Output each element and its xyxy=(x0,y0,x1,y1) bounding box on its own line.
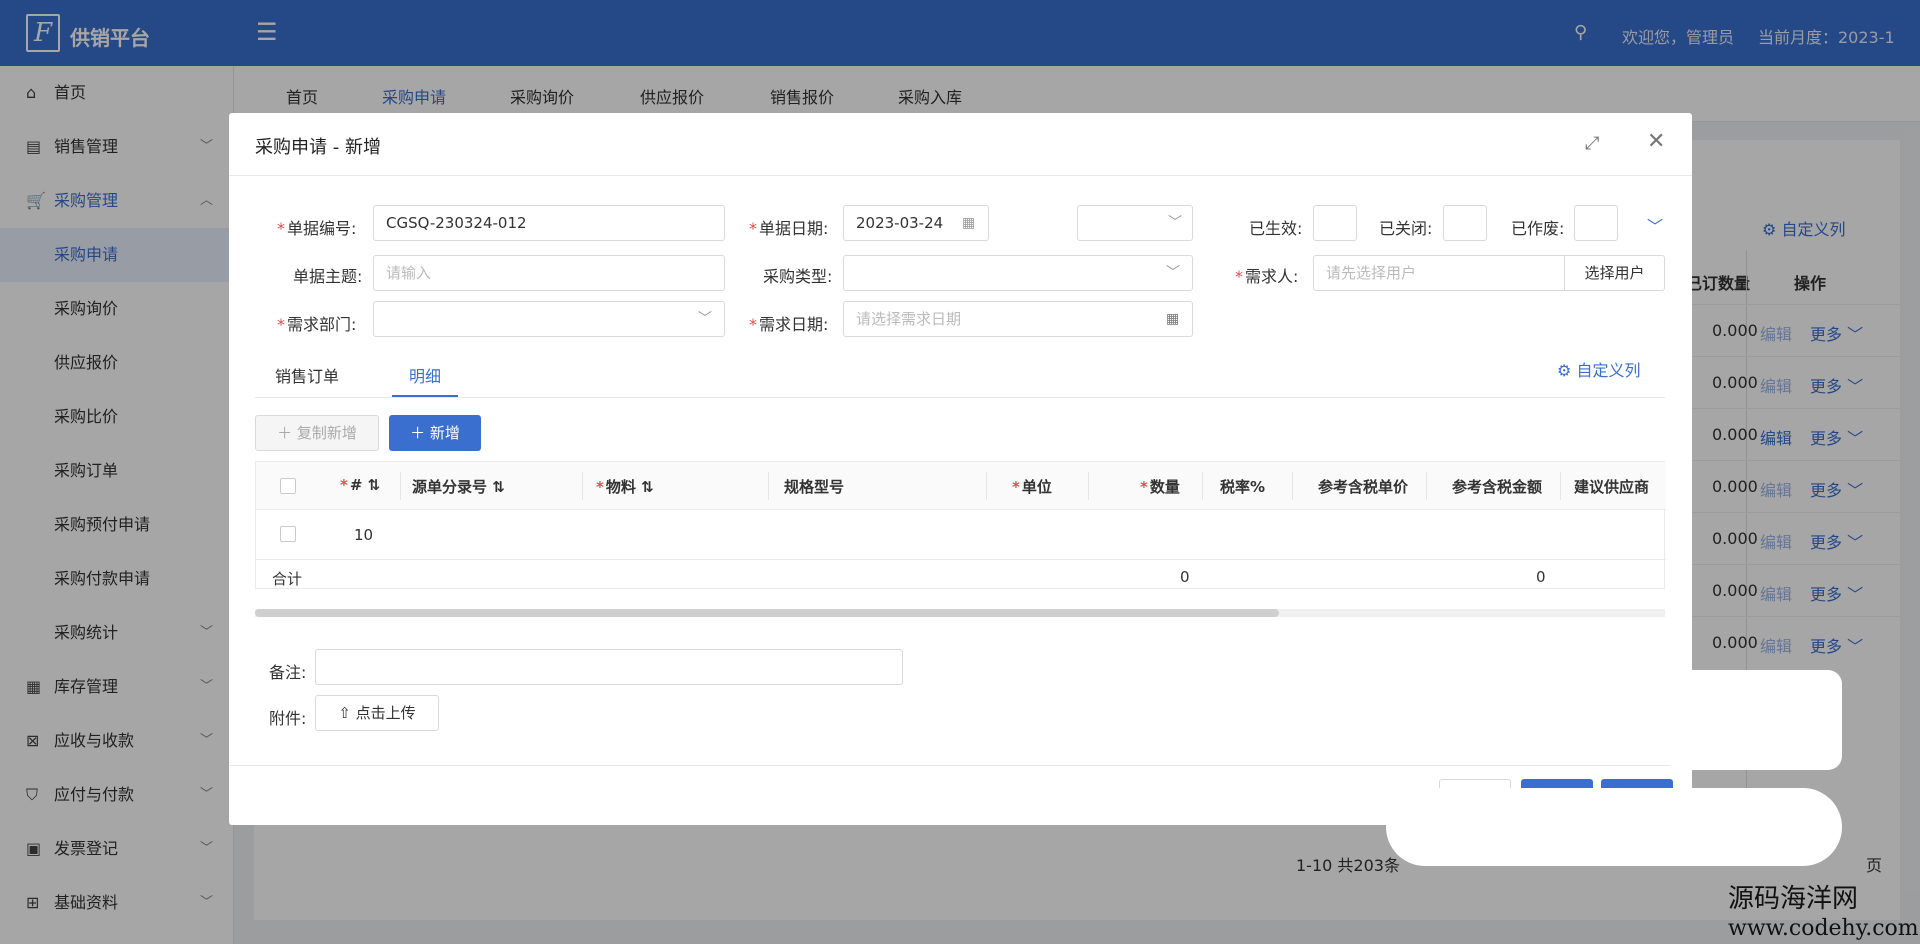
redaction-patch xyxy=(1666,670,1842,770)
subject-field[interactable]: 请输入 xyxy=(373,255,725,291)
divider xyxy=(229,765,1692,766)
scrollbar-thumb[interactable] xyxy=(255,609,1279,617)
header-supplier: 建议供应商 xyxy=(1574,478,1650,496)
header-qty: * 数量 xyxy=(1140,478,1180,496)
column-divider xyxy=(400,472,401,500)
tab-divider xyxy=(255,397,1665,398)
total-amount: 0 xyxy=(1536,568,1546,586)
date-placeholder: 请选择需求日期 xyxy=(856,310,962,328)
calendar-icon: ▦ xyxy=(962,215,976,231)
upload-button[interactable]: ⇧ 点击上传 xyxy=(315,695,439,731)
header-tax-rate: 税率% xyxy=(1220,478,1266,496)
fullscreen-icon[interactable]: ⤢ xyxy=(1585,133,1599,154)
chevron-down-icon: ﹀ xyxy=(1166,265,1180,281)
column-divider xyxy=(1292,472,1293,500)
total-label: 合计 xyxy=(272,570,303,588)
column-divider xyxy=(1426,472,1427,500)
cell-seq: 10 xyxy=(354,526,374,544)
header-text: 单位 xyxy=(1021,478,1052,496)
total-qty: 0 xyxy=(1180,568,1190,586)
chevron-down-icon: ﹀ xyxy=(1168,215,1182,231)
detail-table: * # ⇅ 源单分录号 ⇅ * 物料 ⇅ 规格型号 * 单位 * 数量 税率% 参考含税… xyxy=(255,461,1666,590)
row-checkbox[interactable] xyxy=(280,526,296,542)
tab-sales-order[interactable]: 销售订单 xyxy=(275,363,339,387)
header-text: 物料 xyxy=(605,478,636,496)
subject-label: 单据主题: xyxy=(293,267,363,286)
column-divider xyxy=(986,472,987,500)
column-divider xyxy=(768,472,769,500)
column-divider xyxy=(1202,472,1203,500)
voided-label: 已作废: xyxy=(1511,219,1565,238)
header-text: 源单分录号 xyxy=(412,478,488,496)
table-header: * # ⇅ 源单分录号 ⇅ * 物料 ⇅ 规格型号 * 单位 * 数量 税率% 参考含税… xyxy=(256,462,1666,510)
remark-label: 备注: xyxy=(269,663,307,682)
need-date-field[interactable]: 请选择需求日期 ▦ xyxy=(843,301,1193,337)
purchase-type-label: 采购类型: xyxy=(763,267,833,286)
remark-textarea[interactable] xyxy=(315,649,903,685)
horizontal-scrollbar[interactable] xyxy=(255,609,1665,617)
column-divider xyxy=(1560,472,1561,500)
watermark-line: www.codehy.com xyxy=(1728,916,1919,941)
label-text: 需求部门: xyxy=(287,315,357,334)
upload-icon: ⇧ xyxy=(338,704,351,722)
copy-add-button[interactable]: ＋ 复制新增 xyxy=(255,415,379,451)
add-button[interactable]: ＋ 新增 xyxy=(389,415,481,451)
column-divider xyxy=(1088,472,1089,500)
header-text: # xyxy=(349,476,363,494)
calendar-icon: ▦ xyxy=(1166,311,1180,327)
purchase-type-select[interactable]: ﹀ xyxy=(843,255,1193,291)
column-divider xyxy=(582,472,583,500)
doc-no-label: * 单据编号: xyxy=(277,219,357,238)
tab-detail[interactable]: 明细 xyxy=(409,363,441,387)
customize-label: 自定义列 xyxy=(1576,361,1641,380)
header-unit: * 单位 xyxy=(1012,478,1052,496)
watermark: 源码海洋网 www.codehy.com xyxy=(1728,884,1919,944)
header-seq[interactable]: * # ⇅ xyxy=(340,476,380,494)
doc-date-label: * 单据日期: xyxy=(749,219,829,238)
closed-label: 已关闭: xyxy=(1379,219,1433,238)
button-label: 点击上传 xyxy=(355,704,416,722)
select-user-button[interactable]: 选择用户 xyxy=(1565,255,1665,291)
close-icon[interactable]: ✕ xyxy=(1647,129,1665,154)
purchase-request-modal: 采购申请 - 新增 ⤢ ✕ * 单据编号: CGSQ-230324-012 * 单据… xyxy=(229,113,1692,825)
date-value: 2023-03-24 xyxy=(856,214,944,232)
effective-checkbox[interactable] xyxy=(1313,205,1357,241)
doc-date-field[interactable]: 2023-03-24 ▦ xyxy=(843,205,989,241)
modal-title: 采购申请 - 新增 xyxy=(255,137,381,158)
customize-columns-link[interactable]: ⚙ 自定义列 xyxy=(1557,357,1640,381)
dept-label: * 需求部门: xyxy=(277,315,357,334)
requester-field[interactable]: 请先选择用户 xyxy=(1313,255,1565,291)
header-spec: 规格型号 xyxy=(784,478,845,496)
select-all-checkbox[interactable] xyxy=(280,478,296,494)
redaction-patch xyxy=(1386,788,1842,866)
need-date-label: * 需求日期: xyxy=(749,315,829,334)
label-text: 需求日期: xyxy=(759,315,829,334)
status-select[interactable]: ﹀ xyxy=(1077,205,1193,241)
effective-label: 已生效: xyxy=(1249,219,1303,238)
divider xyxy=(229,175,1692,176)
header-source-entry[interactable]: 源单分录号 ⇅ xyxy=(412,476,505,497)
doc-no-field[interactable]: CGSQ-230324-012 xyxy=(373,205,725,241)
header-material[interactable]: * 物料 ⇅ xyxy=(596,476,654,497)
table-total-row: 合计 0 0 xyxy=(256,560,1666,590)
closed-checkbox[interactable] xyxy=(1443,205,1487,241)
table-row[interactable]: 10 xyxy=(256,510,1666,560)
chevron-down-icon[interactable]: ﹀ xyxy=(1647,213,1663,237)
button-label: 新增 xyxy=(429,424,460,442)
button-label: 复制新增 xyxy=(296,424,357,442)
attach-label: 附件: xyxy=(269,709,307,728)
header-ref-amount: 参考含税金额 xyxy=(1452,478,1543,496)
active-tab-indicator xyxy=(392,395,458,397)
label-text: 单据编号: xyxy=(287,219,357,238)
requester-label: * 需求人: xyxy=(1235,267,1299,286)
label-text: 单据日期: xyxy=(759,219,829,238)
chevron-down-icon: ﹀ xyxy=(698,311,712,327)
watermark-line: 源码海洋网 xyxy=(1728,884,1859,914)
header-text: 数量 xyxy=(1149,478,1180,496)
dept-select[interactable]: ﹀ xyxy=(373,301,725,337)
header-ref-price: 参考含税单价 xyxy=(1318,478,1409,496)
label-text: 需求人: xyxy=(1245,267,1299,286)
voided-checkbox[interactable] xyxy=(1574,205,1618,241)
